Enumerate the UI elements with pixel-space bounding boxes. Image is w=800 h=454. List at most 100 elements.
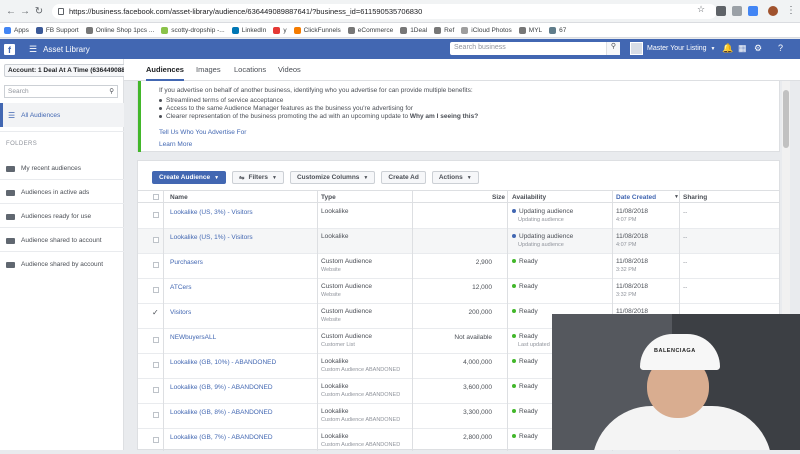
row-checkbox[interactable] [153, 362, 159, 368]
bookmark-item[interactable]: 1Deal [400, 26, 427, 34]
account-switcher[interactable]: Master Your Listing ▼ [630, 42, 716, 55]
business-settings-icon[interactable]: ▦ [738, 43, 747, 54]
row-checkbox[interactable] [153, 212, 159, 218]
bookmark-item[interactable]: eCommerce [347, 26, 393, 34]
column-header-date-created[interactable]: Date Created [616, 194, 656, 201]
help-icon[interactable]: ? [778, 43, 783, 53]
cap-logo: BALENCIAGA [654, 348, 696, 354]
bookmark-item[interactable]: Ref [434, 26, 454, 34]
audience-type: Custom Audience [321, 333, 372, 340]
create-ad-button[interactable]: Create Ad [381, 171, 426, 184]
row-checkbox[interactable] [153, 412, 159, 418]
back-icon[interactable]: ← [4, 6, 18, 17]
address-bar[interactable]: https://business.facebook.com/asset-libr… [52, 4, 717, 19]
sharing-status: -- [683, 284, 688, 291]
audience-name-link[interactable]: Lookalike (GB, 10%) - ABANDONED [170, 359, 276, 366]
customize-columns-button[interactable]: Customize Columns ▼ [289, 171, 376, 184]
bookmark-item[interactable]: MYL [518, 26, 542, 34]
menu-icon[interactable]: ⋮ [784, 5, 798, 16]
bookmark-item[interactable]: scotty-dropship -... [161, 26, 225, 34]
status-dot-icon [512, 334, 516, 339]
column-header-type[interactable]: Type [321, 194, 336, 201]
bookmark-item[interactable]: y [273, 26, 287, 34]
sidebar-search-input[interactable]: Search ⚲ [4, 85, 118, 98]
status-dot-icon [512, 434, 516, 439]
row-checkbox[interactable] [153, 237, 159, 243]
row-checkbox[interactable] [153, 387, 159, 393]
select-all-checkbox[interactable] [153, 194, 159, 200]
bookmark-item[interactable]: 67 [549, 26, 566, 34]
row-checked-icon[interactable]: ✓ [152, 308, 159, 317]
tab-images[interactable]: Images [196, 65, 221, 74]
sidebar-folder[interactable]: Audience shared to account [6, 237, 102, 244]
sidebar-folder[interactable]: My recent audiences [6, 165, 81, 172]
tell-us-link[interactable]: Tell Us Who You Advertise For [159, 129, 246, 136]
bookmark-item[interactable]: ClickFunnels [293, 26, 341, 34]
row-checkbox[interactable] [153, 437, 159, 443]
table-row[interactable]: ATCers Custom Audience Website 12,000 Ready 1… [138, 279, 779, 304]
column-header-sharing[interactable]: Sharing [683, 194, 707, 201]
bookmark-item[interactable]: Online Shop 1pcs ... [85, 26, 154, 34]
audience-name-link[interactable]: Lookalike (GB, 8%) - ABANDONED [170, 409, 273, 416]
bookmark-apps[interactable]: Apps [4, 26, 29, 34]
bookmark-item[interactable]: LinkedIn [231, 26, 266, 34]
audience-availability: Ready [512, 408, 538, 415]
profile-avatar[interactable] [768, 6, 778, 16]
row-checkbox[interactable] [153, 262, 159, 268]
sidebar-item-all-audiences[interactable]: ☰ All Audiences [0, 103, 124, 127]
forward-icon[interactable]: → [18, 6, 32, 17]
hamburger-icon[interactable]: ☰ [29, 44, 37, 55]
reload-icon[interactable]: ↻ [32, 6, 46, 17]
column-header-availability[interactable]: Availability [512, 194, 546, 201]
column-header-name[interactable]: Name [170, 194, 188, 201]
filters-button[interactable]: ⇋ Filters ▼ [232, 171, 284, 184]
tab-audiences[interactable]: Audiences [146, 65, 184, 81]
audience-name-link[interactable]: Lookalike (US, 3%) - Visitors [170, 209, 253, 216]
row-checkbox[interactable] [153, 287, 159, 293]
facebook-logo-icon[interactable]: f [4, 43, 15, 55]
notifications-icon[interactable]: 🔔 [722, 43, 733, 54]
status-dot-icon [512, 209, 516, 214]
bookmark-item[interactable]: iCloud Photos [461, 26, 512, 34]
audience-name-link[interactable]: NEWbuyersALL [170, 334, 216, 341]
sharing-status: -- [683, 259, 688, 266]
row-checkbox[interactable] [153, 337, 159, 343]
extension-icon[interactable] [716, 6, 726, 16]
actions-button[interactable]: Actions ▼ [431, 171, 479, 184]
audience-availability: Ready [512, 333, 538, 340]
sidebar-folder[interactable]: Audiences ready for use [6, 213, 91, 220]
audience-name-link[interactable]: Purchasers [170, 259, 203, 266]
gear-icon[interactable]: ⚙ [754, 43, 762, 54]
account-selector[interactable]: Account: 1 Deal At A Time (636449088... … [4, 64, 132, 77]
bookmark-item[interactable]: FB Support [35, 26, 79, 34]
extension-icon[interactable] [748, 6, 758, 16]
bookmark-star-icon[interactable]: ☆ [697, 4, 705, 15]
scrollbar-thumb[interactable] [783, 90, 789, 148]
tab-locations[interactable]: Locations [234, 65, 266, 74]
bullet-icon [159, 114, 162, 118]
audience-name-link[interactable]: Lookalike (GB, 7%) - ABANDONED [170, 434, 273, 441]
sidebar-folder[interactable]: Audiences in active ads [6, 189, 89, 196]
tab-videos[interactable]: Videos [278, 65, 301, 74]
extension-icon[interactable] [732, 6, 742, 16]
audience-size: 12,000 [472, 284, 492, 291]
why-link[interactable]: Why am I seeing this? [410, 113, 478, 120]
audience-name-link[interactable]: Lookalike (GB, 9%) - ABANDONED [170, 384, 273, 391]
learn-more-link[interactable]: Learn More [159, 141, 192, 148]
linkedin-icon [231, 26, 239, 34]
audience-name-link[interactable]: ATCers [170, 284, 192, 291]
sidebar-folder[interactable]: Audience shared by account [6, 261, 103, 268]
create-audience-button[interactable]: Create Audience ▼ [152, 171, 227, 184]
folder-icon [400, 26, 408, 34]
table-row[interactable]: Lookalike (US, 3%) - Visitors Lookalike Up… [138, 204, 779, 229]
audience-name-link[interactable]: Lookalike (US, 1%) - Visitors [170, 234, 253, 241]
column-header-size[interactable]: Size [492, 194, 505, 201]
audience-name-link[interactable]: Visitors [170, 309, 191, 316]
table-row[interactable]: Lookalike (US, 1%) - Visitors Lookalike Up… [138, 229, 779, 254]
status-dot-icon [512, 234, 516, 239]
header-title[interactable]: Asset Library [43, 45, 90, 54]
notice-bullet: Streamlined terms of service acceptance [159, 97, 283, 104]
business-search-input[interactable]: Search business ⚲ [450, 42, 620, 55]
search-icon[interactable]: ⚲ [606, 42, 620, 55]
table-row[interactable]: Purchasers Custom Audience Website 2,900 Rea… [138, 254, 779, 279]
